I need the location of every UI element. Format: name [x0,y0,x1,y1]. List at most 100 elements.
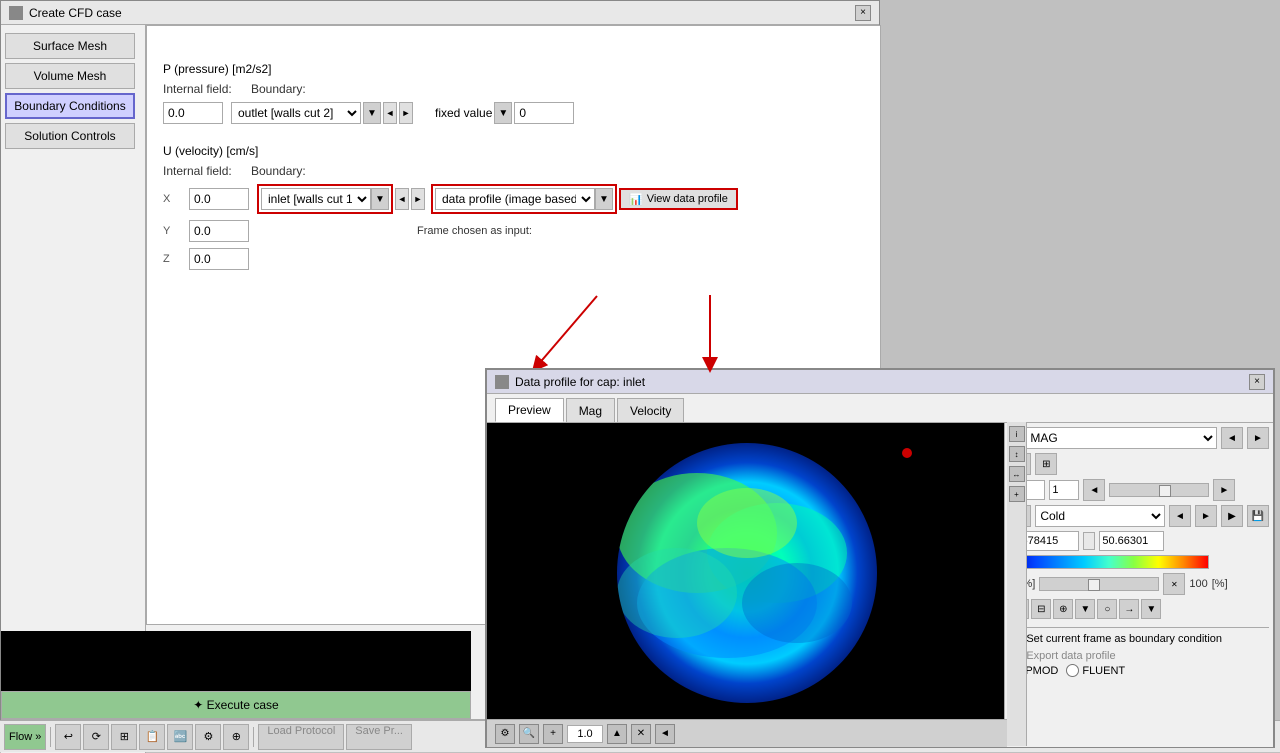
velocity-title-row: U (velocity) [cm/s] [163,144,864,158]
pressure-fixed-value-input[interactable] [514,102,574,124]
tab-mag[interactable]: Mag [566,398,615,422]
icon-arrow-down[interactable]: ▼ [1075,599,1095,619]
preview-zoom-out-btn[interactable]: 🔍 [519,724,539,744]
velocity-next-btn[interactable]: ► [411,188,425,210]
pmod-label: PMOD [1025,665,1058,677]
preview-close-btn[interactable]: ✕ [631,724,651,744]
velocity-boundary-select[interactable]: inlet [walls cut 1] [261,188,371,210]
dialog-close-button[interactable]: × [1249,374,1265,390]
velocity-z-input[interactable] [189,248,249,270]
colormap-select[interactable]: Cold [1035,505,1165,527]
toolbar-btn-1[interactable]: ↩ [55,724,81,750]
velocity-title: U (velocity) [cm/s] [163,144,258,158]
pressure-title-row: P (pressure) [m2/s2] [163,62,864,76]
percent-max-label: 100 [1189,578,1207,590]
brightness-btn[interactable]: ⊞ [1035,453,1057,475]
fluent-radio[interactable] [1066,664,1079,677]
velocity-dropdown-btn[interactable]: ▼ [371,188,389,210]
toolbar-btn-7[interactable]: ⊕ [223,724,249,750]
preview-settings-btn[interactable]: ⚙ [495,724,515,744]
toolbar-btn-3[interactable]: ⊞ [111,724,137,750]
colormap-save-btn[interactable]: 💾 [1247,505,1269,527]
pressure-boundary-select[interactable]: outlet [walls cut 2] [231,102,361,124]
side-icon-4[interactable]: + [1009,486,1025,502]
toolbar-sep-1 [50,727,51,747]
velocity-header-row: Internal field: Boundary: [163,164,864,178]
preview-zoom-in-btn[interactable]: + [543,724,563,744]
range-max-input[interactable] [1099,531,1164,551]
range-color-swatch [1083,532,1095,550]
velocity-x-row: X inlet [walls cut 1] ▼ ◄ ► data profile… [163,184,864,214]
icon-arrow-right[interactable]: → [1119,599,1139,619]
view-btn-label: View data profile [647,193,728,205]
side-icon-3[interactable]: ↔ [1009,466,1025,482]
tab-velocity[interactable]: Velocity [617,398,684,422]
preview-up-btn[interactable]: ▲ [607,724,627,744]
view-icon: 📊 [629,193,643,206]
icon-circle[interactable]: ○ [1097,599,1117,619]
window-close-button[interactable]: × [855,5,871,21]
sidebar-item-volume-mesh[interactable]: Volume Mesh [5,63,135,89]
pressure-title: P (pressure) [m2/s2] [163,62,271,76]
side-icon-2[interactable]: ↕ [1009,446,1025,462]
export-profile-row: Export data profile [1009,649,1269,662]
val-next-btn[interactable]: ► [1213,479,1235,501]
percent-row: 0 [%] ✕ 100 [%] [1009,573,1269,595]
toolbar-btn-4[interactable]: 📋 [139,724,165,750]
fixed-value-label: fixed value [435,106,492,120]
flow-button[interactable]: Flow » [4,724,46,750]
velocity-z-row: Z [163,248,864,270]
icon-copy[interactable]: ⊕ [1053,599,1073,619]
method-dropdown-btn[interactable]: ▼ [595,188,613,210]
icon-grid[interactable]: ⊟ [1031,599,1051,619]
view-data-profile-button[interactable]: 📊 View data profile [619,188,738,210]
preview-toolbar: ⚙ 🔍 + ▲ ✕ ◄ [487,719,1007,747]
pressure-value-row: 0.0 outlet [walls cut 2] ▼ ◄ ► fixed val… [163,102,864,124]
preview-zoom-input[interactable] [567,725,603,743]
preview-left-btn[interactable]: ◄ [655,724,675,744]
frame-slider[interactable] [1109,483,1209,497]
load-protocol-button[interactable]: Load Protocol [258,724,344,750]
percent-slider[interactable] [1039,577,1159,591]
percent-slider-thumb [1088,579,1100,591]
colormap-next-btn[interactable]: ► [1195,505,1217,527]
velocity-method-select[interactable]: data profile (image based) [435,188,595,210]
contrast-row: ◑ ⊞ [1009,453,1269,475]
toolbar-btn-2[interactable]: ⟳ [83,724,109,750]
velocity-prev-btn[interactable]: ◄ [395,188,409,210]
dialog-bottom-controls: Set current frame as boundary condition … [1009,627,1269,677]
val-prev-btn[interactable]: ◄ [1083,479,1105,501]
fluent-label: FLUENT [1082,665,1125,677]
pressure-internal-input[interactable]: 0.0 [163,102,223,124]
percent-close-btn[interactable]: ✕ [1163,573,1185,595]
pressure-prev-btn[interactable]: ◄ [383,102,397,124]
sidebar-item-boundary-conditions[interactable]: Boundary Conditions [5,93,135,119]
pressure-dropdown-btn[interactable]: ▼ [363,102,381,124]
dialog-tab-bar: Preview Mag Velocity [487,394,1273,423]
velocity-y-input[interactable] [189,220,249,242]
data-visualization [497,433,997,713]
channel-next-btn[interactable]: ► [1247,427,1269,449]
velocity-x-input[interactable] [189,188,249,210]
channel-select[interactable]: MAG [1025,427,1217,449]
dialog-title-text: Data profile for cap: inlet [515,375,645,389]
toolbar-btn-5[interactable]: 🔤 [167,724,193,750]
channel-prev-btn[interactable]: ◄ [1221,427,1243,449]
tab-preview[interactable]: Preview [495,398,564,422]
dialog-title-bar: Data profile for cap: inlet × [487,370,1273,394]
icon-more[interactable]: ▼ [1141,599,1161,619]
sidebar-item-solution-controls[interactable]: Solution Controls [5,123,135,149]
colormap-play-btn[interactable]: ▶ [1221,505,1243,527]
colormap-prev-btn[interactable]: ◄ [1169,505,1191,527]
save-protocol-button[interactable]: Save Pr... [346,724,412,750]
toolbar-btn-6[interactable]: ⚙ [195,724,221,750]
pressure-next-btn[interactable]: ► [399,102,413,124]
frame-value2-input[interactable]: 1 [1049,480,1079,500]
side-icon-1[interactable]: i [1009,426,1025,442]
velocity-y-label: Y [163,225,181,237]
execute-case-button[interactable]: ✦ Execute case [1,691,471,719]
fixed-value-dropdown[interactable]: ▼ [494,102,512,124]
sidebar-item-surface-mesh[interactable]: Surface Mesh [5,33,135,59]
velocity-section: U (velocity) [cm/s] Internal field: Boun… [163,144,864,270]
boundary-select-box: inlet [walls cut 1] ▼ [257,184,393,214]
